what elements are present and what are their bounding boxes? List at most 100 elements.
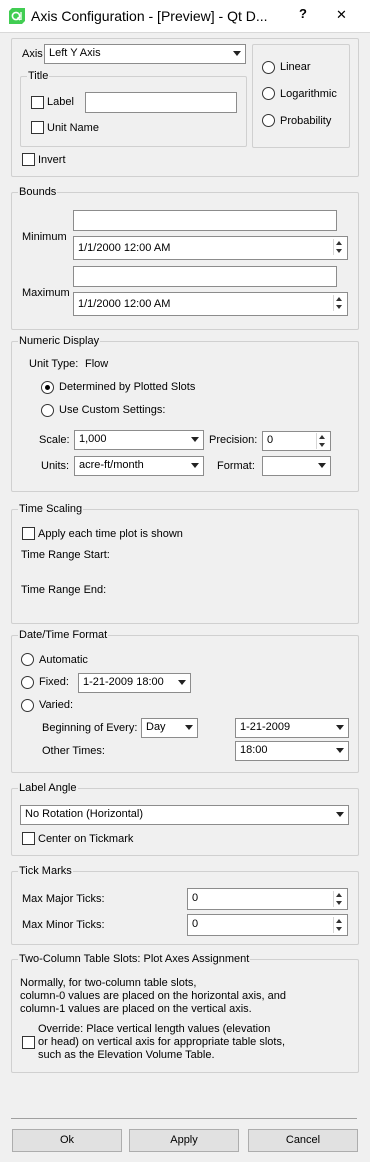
chevron-down-icon <box>191 463 199 468</box>
scale-label: Scale: <box>39 434 70 446</box>
tick-marks-title: Tick Marks <box>18 865 73 877</box>
automatic-radio[interactable] <box>21 653 34 666</box>
qt-logo-icon <box>9 8 25 24</box>
minimum-datetime-value: 1/1/2000 12:00 AM <box>78 242 171 254</box>
invert-checkbox[interactable] <box>22 153 35 166</box>
automatic-label: Automatic <box>39 654 88 666</box>
ok-button[interactable]: Ok <box>12 1129 122 1152</box>
label-input[interactable] <box>85 92 237 113</box>
rotation-value: No Rotation (Horizontal) <box>25 808 143 820</box>
max-minor-ticks-label: Max Minor Ticks: <box>22 919 105 931</box>
rotation-select[interactable]: No Rotation (Horizontal) <box>20 805 349 825</box>
two-column-desc-line1: Normally, for two-column table slots, <box>20 977 197 989</box>
scale-select[interactable]: 1,000 <box>74 430 204 450</box>
beginning-format-select[interactable]: 1-21-2009 <box>235 718 349 738</box>
arrow-down-icon <box>336 249 342 253</box>
maximum-input[interactable] <box>73 266 337 287</box>
determined-label: Determined by Plotted Slots <box>59 381 196 393</box>
override-line3: such as the Elevation Volume Table. <box>38 1049 215 1061</box>
fixed-format-select[interactable]: 1-21-2009 18:00 <box>78 673 191 693</box>
format-select[interactable] <box>262 456 331 476</box>
label-checkbox-label: Label <box>47 96 74 108</box>
apply-each-time-label: Apply each time plot is shown <box>38 528 183 540</box>
custom-settings-radio[interactable] <box>41 404 54 417</box>
time-scaling-title: Time Scaling <box>18 503 84 515</box>
chevron-down-icon <box>185 725 193 730</box>
units-select[interactable]: acre-ft/month <box>74 456 204 476</box>
axis-select-value: Left Y Axis <box>49 47 101 59</box>
arrow-up-icon <box>336 297 342 301</box>
minimum-datetime-edit[interactable]: 1/1/2000 12:00 AM <box>73 236 348 260</box>
spin-buttons[interactable] <box>333 295 345 311</box>
linear-label: Linear <box>280 61 311 73</box>
max-major-ticks-label: Max Major Ticks: <box>22 893 105 905</box>
time-range-end-label: Time Range End: <box>21 584 107 596</box>
arrow-up-icon <box>336 893 342 897</box>
determined-radio[interactable] <box>41 381 54 394</box>
unit-name-label: Unit Name <box>47 122 99 134</box>
help-icon[interactable]: ? <box>299 6 307 21</box>
fixed-radio[interactable] <box>21 676 34 689</box>
close-icon[interactable]: ✕ <box>336 7 347 23</box>
axis-label: Axis <box>22 48 43 60</box>
other-times-select[interactable]: 18:00 <box>235 741 349 761</box>
precision-label: Precision: <box>209 434 258 446</box>
beginning-unit-select[interactable]: Day <box>141 718 198 738</box>
unit-type-label: Unit Type: <box>29 358 79 370</box>
axis-select[interactable]: Left Y Axis <box>44 44 246 64</box>
center-on-tickmark-checkbox[interactable] <box>22 832 35 845</box>
arrow-down-icon <box>336 305 342 309</box>
chevron-down-icon <box>336 725 344 730</box>
maximum-datetime-edit[interactable]: 1/1/2000 12:00 AM <box>73 292 348 316</box>
arrow-down-icon <box>336 927 342 931</box>
spin-buttons[interactable] <box>333 239 345 255</box>
arrow-up-icon <box>336 241 342 245</box>
divider <box>11 1118 357 1119</box>
other-times-value: 18:00 <box>240 744 268 756</box>
invert-label: Invert <box>38 154 66 166</box>
probability-radio[interactable] <box>262 114 275 127</box>
chevron-down-icon <box>318 463 326 468</box>
max-minor-ticks-spinbox[interactable]: 0 <box>187 914 348 936</box>
fixed-label: Fixed: <box>39 676 69 688</box>
logarithmic-radio[interactable] <box>262 87 275 100</box>
precision-value: 0 <box>267 434 274 446</box>
arrow-up-icon <box>319 435 325 439</box>
label-checkbox[interactable] <box>31 96 44 109</box>
unit-name-checkbox[interactable] <box>31 121 44 134</box>
chevron-down-icon <box>336 748 344 753</box>
cancel-button[interactable]: Cancel <box>248 1129 358 1152</box>
spin-buttons[interactable] <box>333 891 345 907</box>
spin-buttons[interactable] <box>316 433 328 449</box>
apply-button[interactable]: Apply <box>129 1129 239 1152</box>
apply-each-time-checkbox[interactable] <box>22 527 35 540</box>
maximum-datetime-value: 1/1/2000 12:00 AM <box>78 298 171 310</box>
maximum-label: Maximum <box>22 287 70 299</box>
title-group-title: Title <box>27 70 50 82</box>
chevron-down-icon <box>191 437 199 442</box>
center-on-tickmark-label: Center on Tickmark <box>38 833 134 845</box>
scale-value: 1,000 <box>79 433 107 445</box>
minimum-input[interactable] <box>73 210 337 231</box>
date-time-format-title: Date/Time Format <box>18 629 109 641</box>
custom-settings-label: Use Custom Settings: <box>59 404 166 416</box>
varied-label: Varied: <box>39 699 74 711</box>
beginning-format-value: 1-21-2009 <box>240 721 291 733</box>
time-range-start-label: Time Range Start: <box>21 549 110 561</box>
precision-spinbox[interactable]: 0 <box>262 431 331 451</box>
fixed-format-value: 1-21-2009 18:00 <box>83 676 164 688</box>
label-angle-title: Label Angle <box>18 782 78 794</box>
chevron-down-icon <box>178 680 186 685</box>
override-line2: or head) on vertical axis for appropriat… <box>38 1036 286 1048</box>
max-major-ticks-spinbox[interactable]: 0 <box>187 888 348 910</box>
numeric-display-title: Numeric Display <box>18 335 101 347</box>
linear-radio[interactable] <box>262 61 275 74</box>
minimum-label: Minimum <box>22 231 67 243</box>
two-column-title: Two-Column Table Slots: Plot Axes Assign… <box>18 953 251 965</box>
varied-radio[interactable] <box>21 699 34 712</box>
spin-buttons[interactable] <box>333 917 345 933</box>
max-minor-ticks-value: 0 <box>192 918 199 930</box>
units-label: Units: <box>41 460 70 472</box>
override-checkbox[interactable] <box>22 1036 35 1049</box>
title-bar: Axis Configuration - [Preview] - Qt D...… <box>0 0 370 33</box>
